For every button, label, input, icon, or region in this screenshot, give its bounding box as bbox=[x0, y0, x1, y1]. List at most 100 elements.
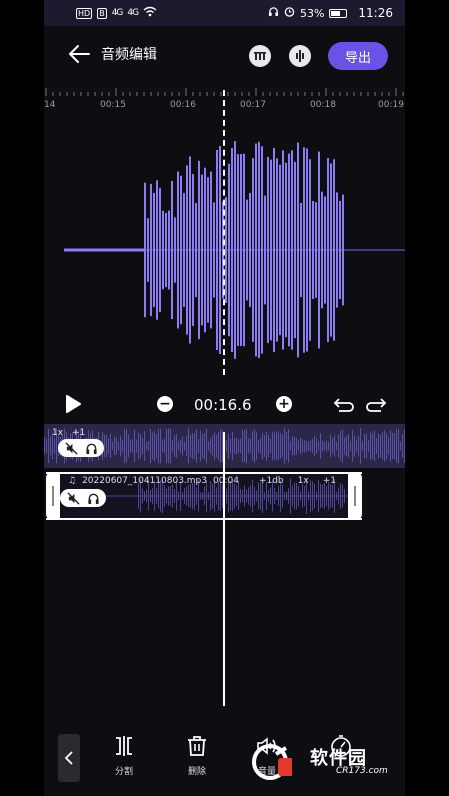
track1-wave-bar bbox=[298, 440, 299, 452]
wave-bar bbox=[225, 197, 227, 303]
track2-wave-bar bbox=[340, 483, 341, 509]
track2-wave-bar bbox=[268, 490, 269, 502]
track1-wave-bar bbox=[388, 437, 389, 455]
track2-wave-bar bbox=[344, 488, 345, 504]
equalizer-icon[interactable] bbox=[249, 45, 271, 67]
track2-wave-bar bbox=[194, 481, 195, 511]
track2-wave-bar bbox=[316, 491, 317, 501]
track1-wave-bar bbox=[316, 438, 317, 454]
track1-wave-bar bbox=[296, 437, 297, 455]
track1-wave-bar bbox=[48, 428, 49, 464]
wave-bar bbox=[234, 141, 236, 359]
wave-bar bbox=[288, 153, 290, 347]
track1-wave-bar bbox=[146, 441, 147, 451]
track1-wave-bar bbox=[164, 438, 165, 454]
track1-wave-bar bbox=[398, 428, 399, 464]
track2-wave-bar bbox=[168, 486, 169, 506]
wave-bar bbox=[219, 146, 221, 354]
track2-wave-bar bbox=[296, 482, 297, 510]
track1-wave-bar bbox=[214, 432, 215, 460]
undo-icon[interactable] bbox=[333, 396, 355, 414]
track1-wave-bar bbox=[204, 433, 205, 459]
track1-controls bbox=[58, 439, 104, 457]
track1-wave-bar bbox=[294, 436, 295, 456]
track2-wave-bar bbox=[166, 488, 167, 504]
watermark-site: CR173.com bbox=[336, 766, 388, 776]
wave-bar bbox=[150, 183, 152, 317]
signal-1: 4G bbox=[111, 8, 124, 18]
redo-icon[interactable] bbox=[365, 396, 387, 414]
track1-wave-bar bbox=[352, 430, 353, 462]
headphones-icon[interactable] bbox=[85, 442, 98, 455]
track1-wave-bar bbox=[228, 433, 229, 459]
headphones-icon[interactable] bbox=[87, 492, 100, 505]
track1-wave-bar bbox=[338, 434, 339, 458]
track1-wave-bar bbox=[330, 434, 331, 458]
playhead-line[interactable] bbox=[223, 432, 225, 706]
clock: 11:26 bbox=[358, 6, 393, 20]
track2-wave-bar bbox=[342, 484, 343, 508]
track2-wave-bar bbox=[274, 487, 275, 505]
track1-wave-bar bbox=[342, 429, 343, 463]
mute-icon[interactable] bbox=[66, 491, 80, 505]
delete-button[interactable]: 删除 bbox=[172, 734, 222, 784]
track2-wave-bar bbox=[254, 486, 255, 506]
track2-wave-bar bbox=[186, 486, 187, 506]
track1-wave-bar bbox=[250, 438, 251, 454]
back-arrow-icon[interactable] bbox=[66, 42, 92, 66]
track1-wave-bar bbox=[184, 441, 185, 451]
wave-bar bbox=[231, 147, 233, 353]
play-icon[interactable] bbox=[64, 394, 82, 414]
track2-wave-bar bbox=[184, 488, 185, 504]
track1-wave-bar bbox=[112, 441, 113, 451]
track1-wave-bar bbox=[194, 433, 195, 459]
track1-wave-bar bbox=[220, 429, 221, 463]
watermark-emblem-icon bbox=[252, 744, 292, 780]
wave-bar bbox=[336, 192, 338, 308]
waveform-icon[interactable] bbox=[289, 45, 311, 67]
wave-bar bbox=[315, 202, 317, 298]
trim-handle-right[interactable] bbox=[348, 472, 362, 520]
track1-wave-bar bbox=[272, 431, 273, 461]
wave-bar bbox=[207, 177, 209, 323]
track1-wave-bar bbox=[242, 430, 243, 462]
wave-bar bbox=[183, 193, 185, 307]
track2-volume: +1db bbox=[258, 476, 284, 486]
header: 音频编辑 导出 bbox=[44, 32, 405, 78]
track1-wave-bar bbox=[334, 435, 335, 457]
wave-bar bbox=[177, 171, 179, 329]
wave-bar bbox=[339, 200, 341, 300]
trim-handle-left[interactable] bbox=[46, 472, 60, 520]
mute-icon[interactable] bbox=[64, 441, 78, 455]
track2-wave-bar bbox=[142, 488, 143, 504]
wave-bar bbox=[291, 150, 293, 350]
export-button[interactable]: 导出 bbox=[328, 42, 388, 70]
zoom-in-button[interactable]: + bbox=[276, 396, 292, 412]
playhead-dashed[interactable] bbox=[223, 90, 225, 375]
track2-wave-bar bbox=[322, 484, 323, 508]
track2-controls bbox=[60, 489, 106, 507]
wave-bar bbox=[300, 202, 302, 298]
track2-wave-bar bbox=[258, 482, 259, 510]
track1-wave-bar bbox=[274, 432, 275, 460]
wave-bar bbox=[198, 160, 200, 340]
track1-wave-bar bbox=[244, 429, 245, 463]
track1-wave-bar bbox=[240, 438, 241, 454]
trash-icon bbox=[188, 736, 206, 756]
zoom-out-button[interactable]: − bbox=[157, 396, 173, 412]
track1-wave-bar bbox=[114, 436, 115, 456]
track1-wave-bar bbox=[382, 432, 383, 460]
track2-wave-bar bbox=[216, 487, 217, 505]
track2-wave-bar bbox=[256, 490, 257, 502]
wave-bar bbox=[201, 174, 203, 326]
track1-wave-bar bbox=[174, 435, 175, 457]
collapse-toolbar-button[interactable] bbox=[58, 734, 80, 782]
track1-wave-bar bbox=[322, 440, 323, 452]
track1-wave-bar bbox=[364, 434, 365, 458]
track1-wave-bar bbox=[154, 430, 155, 462]
track1-wave-bar bbox=[402, 434, 403, 458]
split-button[interactable]: 分割 bbox=[99, 734, 149, 784]
track1-wave-bar bbox=[378, 433, 379, 459]
track1-wave-bar bbox=[310, 440, 311, 452]
track1-wave-bar bbox=[120, 435, 121, 457]
